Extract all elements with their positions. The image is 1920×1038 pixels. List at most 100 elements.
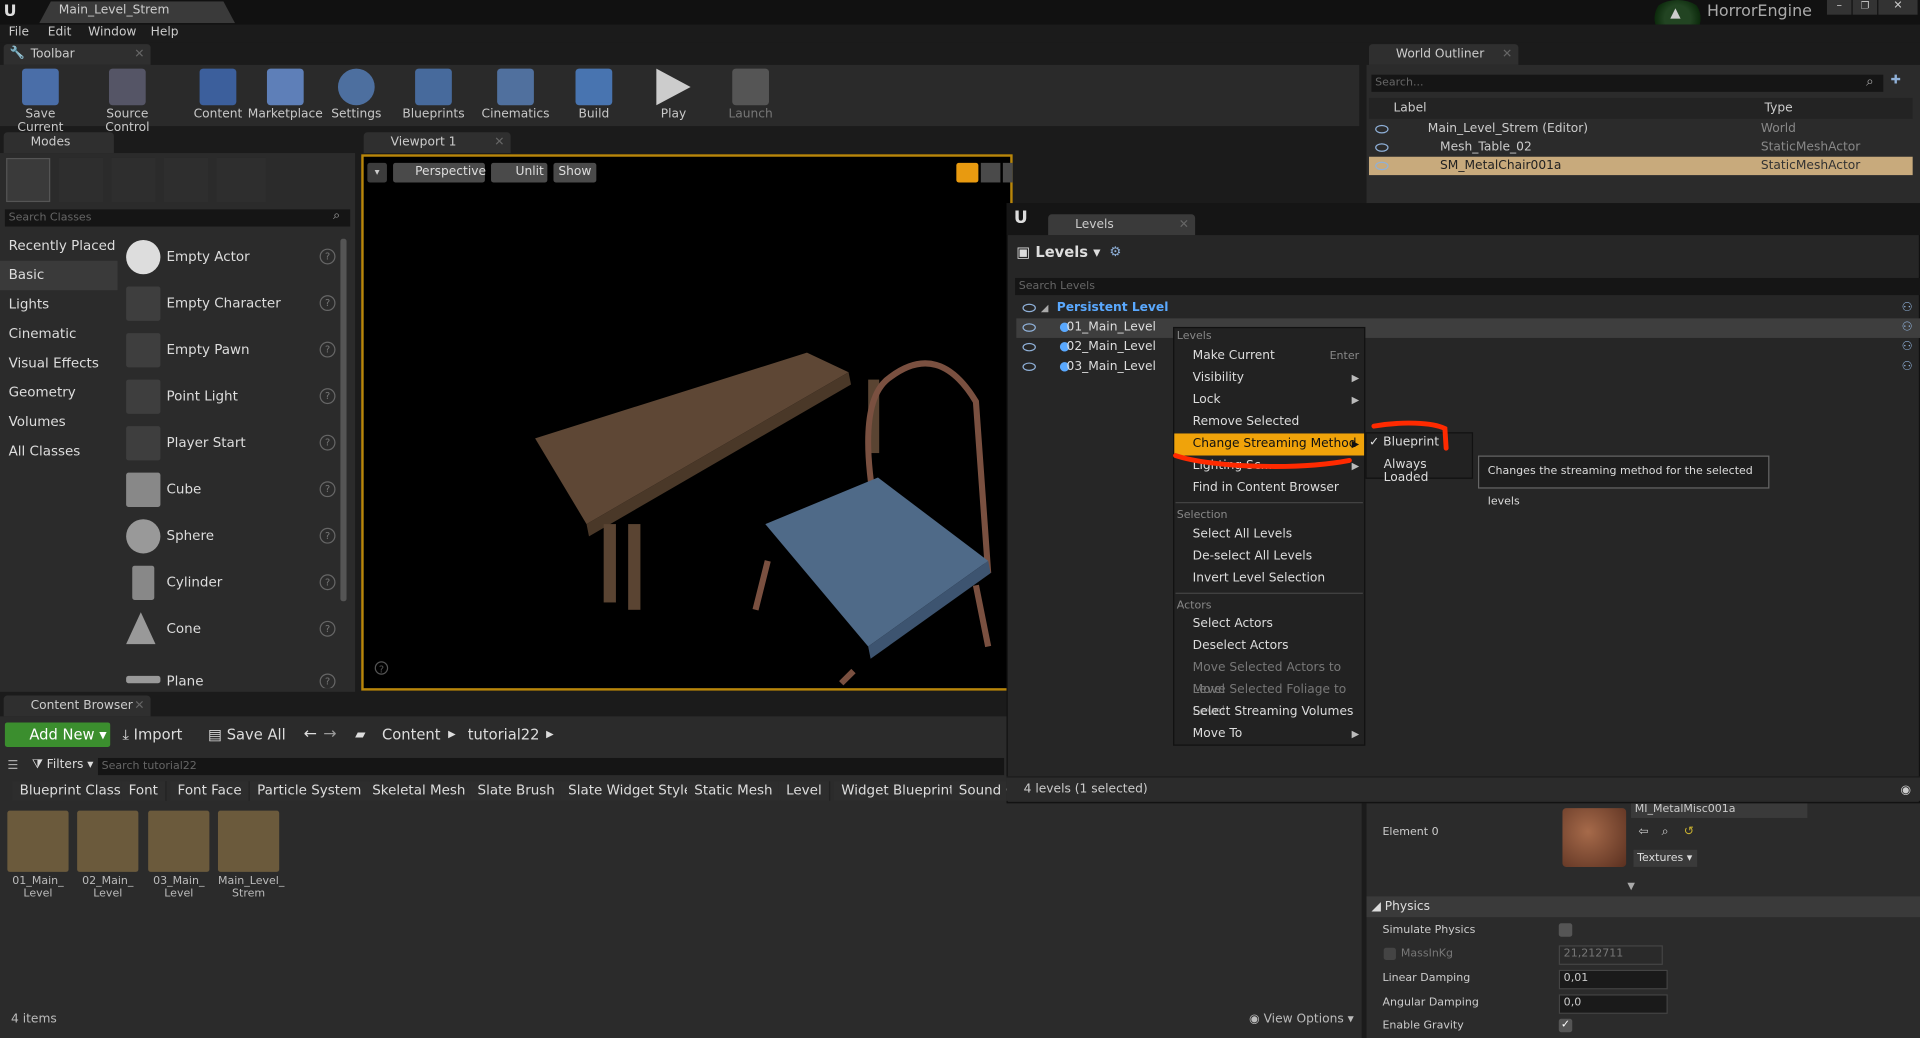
- viewport-tab[interactable]: Viewport 1 ✕: [363, 132, 511, 154]
- view-options-eye-icon[interactable]: ◉: [1900, 784, 1911, 797]
- actor-item[interactable]: Cylinder?: [122, 561, 340, 608]
- persistent-level-row[interactable]: ◢ Persistent Level ⚇: [1016, 299, 1920, 319]
- filter-chip[interactable]: Slate Brush: [470, 781, 564, 801]
- modes-tab[interactable]: Modes: [3, 132, 114, 154]
- level-row[interactable]: ● 03_Main_Level ⚇: [1016, 358, 1920, 378]
- category-cinematic[interactable]: Cinematic: [0, 320, 118, 349]
- menu-edit[interactable]: Edit: [48, 26, 72, 39]
- eye-icon[interactable]: [1375, 161, 1389, 171]
- sources-toggle-icon[interactable]: ☰: [7, 759, 18, 772]
- help-icon[interactable]: ?: [319, 295, 336, 312]
- menu-find-in-content-browser[interactable]: Find in Content Browser: [1174, 478, 1364, 500]
- close-icon[interactable]: ✕: [494, 132, 504, 153]
- actor-item[interactable]: Cube?: [122, 468, 340, 515]
- actor-item[interactable]: Sphere?: [122, 514, 340, 561]
- menu-file[interactable]: File: [9, 26, 29, 39]
- eye-icon[interactable]: [1375, 143, 1389, 152]
- help-icon[interactable]: ?: [319, 341, 336, 358]
- blueprints-button[interactable]: Blueprints: [394, 68, 472, 121]
- filter-chip[interactable]: Font: [121, 781, 167, 801]
- level-options-icon[interactable]: ⚇: [1902, 299, 1913, 319]
- content-browser-tab[interactable]: Content Browser ✕: [3, 695, 151, 717]
- menu-deselect-actors[interactable]: Deselect Actors: [1174, 636, 1364, 658]
- path-tutorial22[interactable]: tutorial22: [468, 726, 540, 743]
- category-basic[interactable]: Basic: [0, 260, 118, 291]
- settings-button[interactable]: Settings: [317, 68, 395, 121]
- toolbar-tab[interactable]: Toolbar ✕: [3, 44, 151, 65]
- menu-make-current[interactable]: Make Current Enter: [1174, 345, 1364, 367]
- help-icon[interactable]: ?: [319, 388, 336, 405]
- filter-chip[interactable]: Font Face: [170, 781, 251, 801]
- actor-item[interactable]: Empty Actor?: [122, 235, 340, 282]
- browse-icon[interactable]: ⌕: [1662, 825, 1669, 838]
- levels-search-input[interactable]: Search Levels: [1015, 277, 1920, 296]
- back-icon[interactable]: ←: [304, 725, 317, 743]
- close-icon[interactable]: ✕: [1502, 44, 1512, 65]
- marketplace-button[interactable]: Marketplace: [246, 68, 324, 121]
- viewport-help-icon[interactable]: ?: [374, 661, 389, 675]
- asset-tile[interactable]: 01_Main_ Level: [7, 810, 69, 900]
- level-row-selected[interactable]: ● 01_Main_Level ⚇: [1016, 318, 1920, 338]
- asset-tile[interactable]: 03_Main_ Level: [148, 810, 210, 900]
- help-icon[interactable]: ?: [319, 434, 336, 451]
- simulate-physics-checkbox[interactable]: [1558, 923, 1573, 937]
- add-new-button[interactable]: Add New ▾: [4, 722, 111, 747]
- outliner-search-input[interactable]: Search...: [1371, 74, 1884, 92]
- help-icon[interactable]: ?: [319, 248, 336, 265]
- search-classes-input[interactable]: Search Classes: [4, 209, 351, 227]
- source-control-button[interactable]: Source Control: [88, 68, 166, 135]
- use-selected-icon[interactable]: ⇦: [1638, 825, 1648, 838]
- category-all-classes[interactable]: All Classes: [0, 437, 118, 466]
- level-options-icon[interactable]: ⚇: [1902, 318, 1913, 338]
- maximize-button[interactable]: ❐: [1852, 0, 1878, 15]
- path-content[interactable]: Content: [382, 726, 440, 743]
- actor-item[interactable]: Empty Pawn?: [122, 328, 340, 375]
- material-thumbnail[interactable]: [1562, 808, 1627, 867]
- menu-lock[interactable]: Lock ▶: [1174, 389, 1364, 411]
- cinematics-button[interactable]: Cinematics: [476, 68, 554, 121]
- category-volumes[interactable]: Volumes: [0, 408, 118, 437]
- actor-item[interactable]: Empty Character?: [122, 282, 340, 329]
- asset-tile[interactable]: 02_Main_ Level: [77, 810, 139, 900]
- eye-icon[interactable]: [1375, 124, 1389, 134]
- menu-window[interactable]: Window: [88, 26, 136, 39]
- levels-dropdown-button[interactable]: ▣ Levels ▾: [1016, 244, 1100, 261]
- eye-icon[interactable]: [1022, 342, 1036, 352]
- help-icon[interactable]: ?: [319, 527, 336, 544]
- asset-tile[interactable]: Main_Level_ Strem: [217, 810, 284, 900]
- outliner-row[interactable]: Mesh_Table_02 StaticMeshActor: [1369, 138, 1913, 156]
- foliage-mode-icon[interactable]: [164, 157, 209, 203]
- mass-checkbox[interactable]: [1383, 947, 1396, 961]
- view-options-button[interactable]: ◉ View Options ▾: [1249, 1013, 1354, 1026]
- outliner-row[interactable]: Main_Level_Strem (Editor) World: [1369, 120, 1913, 138]
- angular-damping-field[interactable]: 0,0: [1558, 994, 1668, 1014]
- launch-button[interactable]: Launch: [711, 68, 789, 121]
- outliner-row-selected[interactable]: SM_MetalChair001a StaticMeshActor: [1368, 156, 1913, 176]
- help-icon[interactable]: ?: [319, 481, 336, 498]
- expand-arrow-icon[interactable]: ▼: [1627, 880, 1635, 891]
- menu-move-to[interactable]: Move To ▶: [1174, 724, 1364, 746]
- level-options-icon[interactable]: ⚇: [1902, 358, 1913, 378]
- save-current-button[interactable]: Save Current: [1, 68, 79, 135]
- menu-help[interactable]: Help: [151, 26, 179, 39]
- help-icon[interactable]: ?: [319, 673, 336, 689]
- levels-tab[interactable]: Levels ✕: [1048, 214, 1196, 236]
- filter-chip[interactable]: Skeletal Mesh: [364, 781, 475, 801]
- textures-dropdown[interactable]: Textures ▾: [1633, 849, 1698, 867]
- close-icon[interactable]: ✕: [134, 696, 144, 717]
- eye-icon[interactable]: [1022, 303, 1036, 313]
- levels-summon-icon[interactable]: ⚙: [1109, 244, 1121, 260]
- category-lights[interactable]: Lights: [0, 290, 118, 319]
- close-button[interactable]: ✕: [1878, 0, 1918, 15]
- filter-chip[interactable]: Blueprint Class: [12, 781, 130, 801]
- place-mode-icon[interactable]: [6, 157, 51, 203]
- actor-item[interactable]: Plane?: [122, 654, 340, 689]
- filter-chip[interactable]: Widget Blueprint: [833, 781, 963, 801]
- build-button[interactable]: Build: [555, 68, 633, 121]
- menu-select-all-levels[interactable]: Select All Levels: [1174, 524, 1364, 546]
- eye-icon[interactable]: [1022, 362, 1036, 372]
- paint-mode-icon[interactable]: [58, 157, 103, 203]
- close-icon[interactable]: ✕: [1179, 214, 1189, 235]
- menu-invert-level-selection[interactable]: Invert Level Selection: [1174, 568, 1364, 590]
- menu-move-foliage-to-level[interactable]: Move Selected Foliage to Level: [1174, 680, 1364, 719]
